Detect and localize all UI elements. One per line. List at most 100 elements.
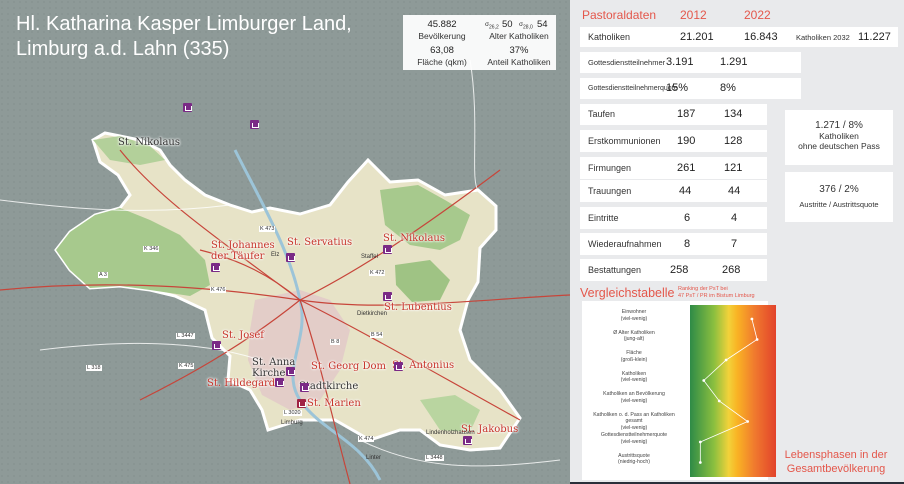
indicator-label: Gottesdienstteilnehmerquote (viel-wenig): [586, 432, 682, 445]
katholiken-2032-value: 11.227: [858, 31, 891, 43]
map-panel[interactable]: Hl. Katharina Kasper Limburger Land, Lim…: [0, 0, 570, 484]
row-firmungen: Firmungen 261 121: [580, 157, 767, 179]
indicator-label: Katholiken o. d. Pass an Katholiken gesa…: [586, 412, 682, 432]
ranking-note: Ranking der PsT bei 47 PsT / PR im Bistu…: [678, 286, 755, 299]
church-icon[interactable]: [275, 378, 284, 387]
church-icon[interactable]: [212, 341, 221, 350]
place-label[interactable]: St. Hildegard: [207, 378, 275, 389]
ranking-point: [698, 440, 702, 444]
row-value-2022: 1.291: [720, 56, 748, 68]
indicator-label: Katholiken (viel-wenig): [586, 371, 682, 384]
indicator-label: Fläche (groß-klein): [586, 350, 682, 363]
dashboard: Hl. Katharina Kasper Limburger Land, Lim…: [0, 0, 904, 484]
catholic-share-label: Anteil Katholiken: [487, 57, 551, 67]
row-label: Firmungen: [588, 163, 632, 173]
row-value-2022: 7: [731, 238, 738, 250]
row-taufen: Taufen 187 134: [580, 104, 767, 125]
place-label[interactable]: St. Nikolaus: [118, 137, 180, 148]
road-label: B 8: [330, 339, 341, 345]
indicator-scale: (viel-wenig): [620, 438, 648, 445]
row-value-2022: 121: [724, 162, 743, 174]
vergleich-title: Vergleichstabelle: [580, 286, 675, 300]
row-label: Eintritte: [588, 213, 619, 223]
row-katholiken: Katholiken 21.201 16.843 Katholiken 2032…: [580, 27, 898, 47]
area-label: Fläche (qkm): [417, 57, 467, 67]
row-value-2012: 8: [684, 238, 691, 250]
row-value-2022: 44: [728, 185, 741, 197]
row-value-2012: 44: [679, 185, 692, 197]
lebensphasen-label: Lebensphasen in der Gesamtbevölkerung: [784, 449, 888, 475]
row-value-2022: 268: [722, 264, 741, 276]
year-a: 2012: [680, 8, 707, 22]
row-wiederaufnahmen: Wiederaufnahmen 8 7: [580, 233, 767, 255]
indicator-name: Katholiken o. d. Pass an Katholiken gesa…: [593, 411, 675, 425]
indicator-scale: (groß-klein): [620, 356, 648, 363]
church-icon[interactable]: [183, 103, 192, 112]
ranking-polyline: [699, 318, 758, 463]
row-gottesdienstteilnehmer: Gottesdienstteilnehmer 3.191 1.291: [580, 52, 801, 73]
foreign-catholics-label1: Katholiken: [819, 131, 859, 141]
road-label: L 318: [86, 365, 102, 371]
row-value-2022: 4: [731, 212, 738, 224]
austritte-box: 376 / 2% Austritte / Austrittsquote: [785, 172, 893, 222]
ranking-line: [698, 317, 759, 464]
row-value-2012: 258: [670, 264, 689, 276]
place-label[interactable]: St. Nikolaus: [383, 233, 445, 244]
town-label: Linter: [366, 455, 382, 461]
road-label: K 472: [369, 270, 386, 276]
map-title-line2: Limburg a.d. Lahn (335): [16, 38, 230, 60]
place-label[interactable]: St. Lubentius: [384, 302, 452, 313]
row-trauungen: Trauungen 44 44: [580, 180, 767, 202]
road-label: K 475: [178, 363, 195, 369]
ranking-point: [724, 358, 728, 362]
row-label: Taufen: [588, 109, 616, 119]
place-label[interactable]: St. Servatius: [287, 237, 352, 248]
church-icon[interactable]: [286, 253, 295, 262]
indicator-scale: (viel-wenig): [620, 397, 648, 404]
church-icon[interactable]: [297, 399, 306, 408]
row-label: Gottesdienstteilnehmer: [588, 58, 666, 67]
ranking-point: [717, 399, 721, 403]
church-icon[interactable]: [383, 292, 392, 301]
place-label[interactable]: St. Johannes der Täufer: [211, 240, 275, 262]
church-icon[interactable]: [394, 362, 403, 371]
vergleich-chart: Einwohner (viel-wenig) Ø Alter Katholiken(…: [582, 301, 776, 480]
row-label: Wiederaufnahmen: [588, 239, 662, 249]
catholic-share-value: 37%: [509, 45, 529, 56]
population-value: 45.882: [427, 19, 457, 30]
age-value-a: 50: [502, 19, 513, 30]
church-icon[interactable]: [250, 120, 259, 129]
row-value-2022: 134: [724, 108, 743, 120]
town-label: Elz: [271, 252, 280, 258]
austritte-label: Austritte / Austrittsquote: [799, 200, 879, 209]
town-label: Dietkirchen: [357, 311, 388, 317]
year-b: 2022: [744, 8, 771, 22]
place-label[interactable]: St. Marien: [307, 398, 361, 409]
row-value-2012: 21.201: [680, 31, 714, 43]
row-value-2022: 128: [724, 135, 743, 147]
indicator-label: Katholiken an Bevölkerung (viel-wenig): [586, 391, 682, 404]
row-value-2012: 6: [684, 212, 691, 224]
road-label: K 474: [358, 436, 375, 442]
church-icon[interactable]: [463, 436, 472, 445]
row-erstkommunionen: Erstkommunionen 190 128: [580, 130, 767, 152]
row-label: Erstkommunionen: [588, 136, 661, 146]
ranking-point: [702, 379, 706, 382]
church-icon[interactable]: [300, 383, 309, 392]
row-value-2012: 261: [677, 162, 696, 174]
katholiken-2032-label: Katholiken 2032: [796, 33, 850, 42]
road-label: L 3447: [176, 333, 195, 339]
church-icon[interactable]: [286, 367, 295, 376]
stats-box: 45.882 Bevölkerung σ26,2 50 σ28,0 54 Alt…: [403, 15, 556, 70]
place-label[interactable]: St. Georg Dom: [311, 361, 386, 372]
row-label: Bestattungen: [588, 265, 642, 275]
indicator-label: Einwohner (viel-wenig): [586, 309, 682, 322]
area-value: 63,08: [430, 45, 454, 56]
church-icon[interactable]: [211, 263, 220, 272]
road-label: B 54: [370, 332, 384, 338]
place-label[interactable]: St. Josef: [222, 330, 264, 341]
indicator-scale: (niedrig-hoch): [617, 459, 650, 465]
church-icon[interactable]: [383, 245, 392, 254]
row-value-2012: 15%: [666, 82, 689, 94]
age-value-b: 54: [537, 19, 548, 30]
